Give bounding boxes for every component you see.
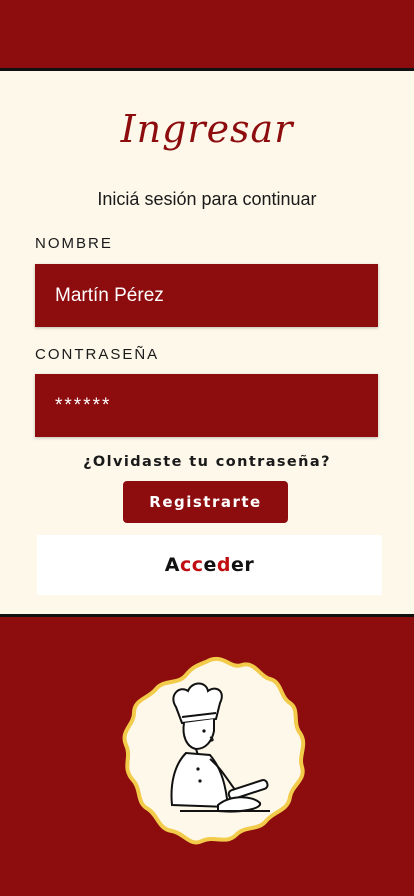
access-label-part: cc [179,554,204,576]
name-value: Martín Pérez [55,284,164,306]
register-label: Registrarte [149,493,262,511]
access-label-part: A [164,554,180,576]
page-subtitle: Iniciá sesión para continuar [97,189,317,209]
access-label-part: r [244,554,255,576]
password-label: CONTRASEÑA [35,346,160,363]
forgot-password-link[interactable]: ¿Olvidaste tu contraseña? [0,454,414,470]
register-button[interactable]: Registrarte [123,481,288,523]
chef-rolling-dough-icon [110,655,310,855]
access-label-part: e [230,554,245,576]
page-title: Ingresar [120,107,294,151]
chef-hat [172,682,223,725]
top-band [0,0,414,68]
name-label: NOMBRE [35,235,113,252]
password-field[interactable]: ****** [35,374,378,437]
password-value: ****** [55,394,112,416]
access-button[interactable]: Acc e d e r [37,535,382,595]
login-card: Ingresar Iniciá sesión para continuar NO… [0,68,414,617]
name-field[interactable]: Martín Pérez [35,264,378,327]
access-label-part: e [203,554,217,576]
access-label-part: d [216,554,231,576]
